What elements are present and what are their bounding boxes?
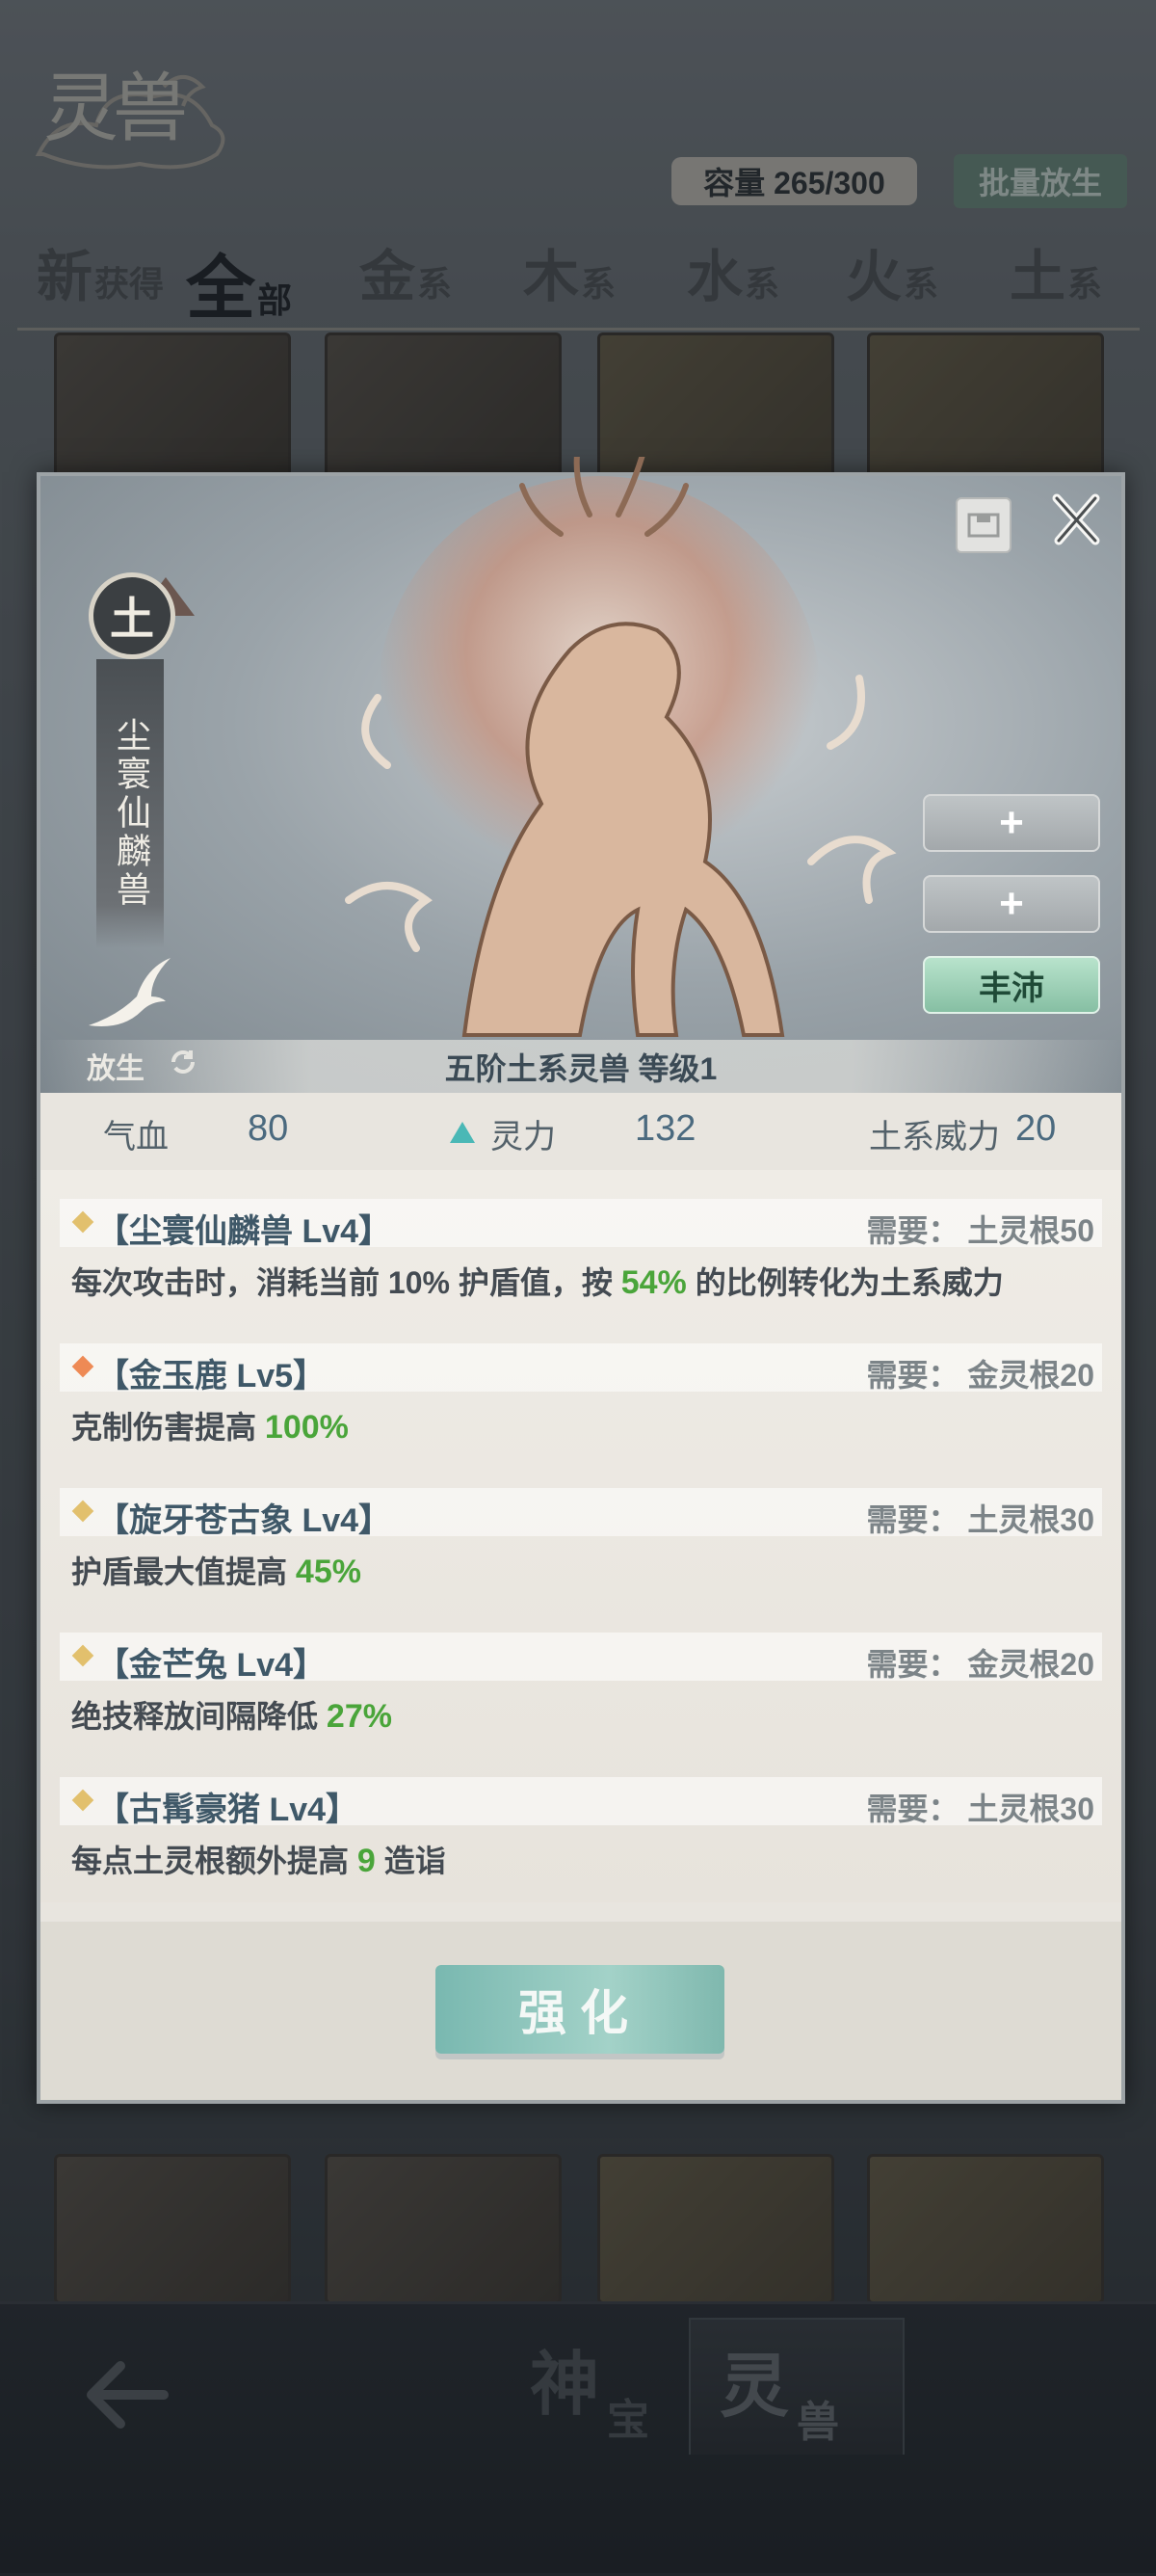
skill-description: 克制伤害提高 100% bbox=[71, 1409, 349, 1446]
beast-rank-level: 五阶土系灵兽 等级1 bbox=[40, 1040, 1121, 1093]
qilin-beast-illustration bbox=[345, 457, 897, 1037]
gold-diamond-icon bbox=[71, 1644, 94, 1667]
skill-description: 护盾最大值提高 45% bbox=[71, 1554, 361, 1590]
add-slot-button[interactable]: + bbox=[923, 794, 1100, 852]
earth-element-icon: 土 bbox=[89, 572, 175, 659]
hp-label: 气血 bbox=[103, 1119, 169, 1155]
gold-diamond-icon bbox=[71, 1210, 94, 1234]
skill-header: 【尘寰仙麟兽 Lv4】 需要： 土灵根50 bbox=[60, 1199, 1102, 1250]
gold-diamond-icon bbox=[71, 1789, 94, 1812]
beast-name: 尘寰仙麟兽 bbox=[96, 659, 164, 948]
spirit-power-value: 132 bbox=[635, 1108, 696, 1149]
skill-header: 【金芒兔 Lv4】 需要： 金灵根20 bbox=[60, 1633, 1102, 1684]
skill-description: 绝技释放间隔降低 27% bbox=[71, 1698, 392, 1735]
skill-description: 每次攻击时，消耗当前 10% 护盾值，按 54% 的比例转化为土系威力 bbox=[71, 1264, 1004, 1301]
hp-value: 80 bbox=[248, 1108, 289, 1149]
beast-detail-modal: 土 尘寰仙麟兽 放生 + + 丰沛 五阶土系灵兽 等级1 气血 80 灵力 bbox=[37, 457, 1125, 2104]
gold-diamond-icon bbox=[71, 1500, 94, 1523]
skill-description: 每点土灵根额外提高 9 造诣 bbox=[71, 1843, 446, 1879]
triangle-up-icon bbox=[450, 1122, 475, 1143]
save-icon[interactable] bbox=[956, 497, 1012, 553]
orange-diamond-icon bbox=[71, 1355, 94, 1378]
close-icon[interactable] bbox=[1047, 491, 1105, 548]
add-slot-button[interactable]: + bbox=[923, 875, 1100, 933]
earth-power-value: 20 bbox=[1015, 1108, 1057, 1149]
stats-row: 气血 80 灵力 132 土系威力 20 bbox=[40, 1101, 1121, 1168]
skill-header: 【旋牙苍古象 Lv4】 需要： 土灵根30 bbox=[60, 1488, 1102, 1539]
crane-icon bbox=[89, 958, 171, 1026]
abundant-trait-button[interactable]: 丰沛 bbox=[923, 956, 1100, 1014]
spirit-power-label: 灵力 bbox=[490, 1119, 556, 1155]
earth-power-label: 土系威力 bbox=[869, 1119, 1000, 1155]
skill-header: 【金玉鹿 Lv5】 需要： 金灵根20 bbox=[60, 1343, 1102, 1394]
enhance-button[interactable]: 强化 bbox=[435, 1965, 724, 2054]
skill-header: 【古髯豪猪 Lv4】 需要： 土灵根30 bbox=[60, 1777, 1102, 1828]
beast-portrait-area: 土 尘寰仙麟兽 放生 + + 丰沛 五阶土系灵兽 等级1 bbox=[40, 457, 1121, 1093]
